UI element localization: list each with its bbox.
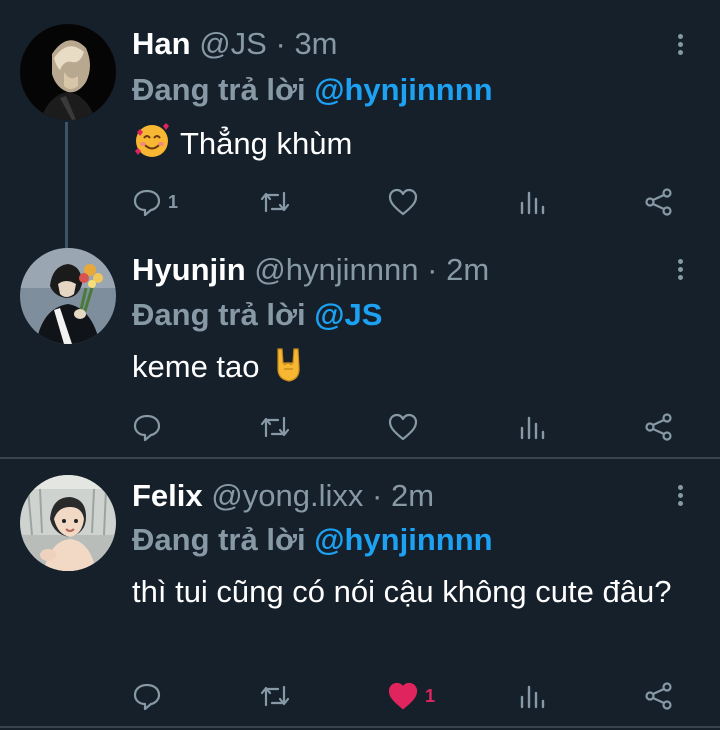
share-icon	[645, 188, 672, 216]
reply-count: 1	[168, 191, 179, 212]
share-icon	[645, 413, 672, 441]
analytics-icon	[520, 416, 545, 440]
tweet-actions	[132, 409, 692, 445]
sign-of-the-horns-icon	[272, 345, 306, 395]
retweet-button[interactable]	[258, 409, 292, 445]
replying-label: Đang trả lời	[132, 522, 306, 557]
user-handle[interactable]: @JS	[199, 26, 267, 61]
like-count: 1	[425, 685, 436, 706]
more-icon[interactable]	[670, 482, 690, 512]
mention-link[interactable]: @JS	[314, 297, 382, 332]
separator-dot: ·	[372, 478, 383, 513]
tweet-body: thì tui cũng có nói cậu không cute đâu?	[132, 574, 672, 609]
reply-icon	[133, 683, 161, 711]
replying-to: Đang trả lời @hynjinnnn	[132, 70, 493, 110]
separator-dot: ·	[427, 252, 438, 287]
replying-to: Đang trả lời @JS	[132, 295, 382, 335]
more-icon[interactable]	[670, 256, 690, 286]
analytics-icon	[520, 191, 545, 215]
tweet-text: keme tao	[132, 345, 692, 395]
user-handle[interactable]: @hynjinnnn	[254, 252, 418, 287]
retweet-icon	[260, 191, 290, 213]
tweet-text: thì tui cũng có nói cậu không cute đâu?	[132, 570, 692, 614]
tweet-header: Felix @yong.lixx · 2m	[132, 476, 434, 516]
smiling-face-with-hearts-icon	[132, 120, 172, 172]
like-icon	[388, 188, 418, 216]
tweet-actions: 1	[132, 678, 692, 714]
like-icon	[388, 682, 418, 710]
reply-button[interactable]	[132, 678, 168, 714]
tweet-body: Thẳng khùm	[180, 126, 353, 161]
like-button[interactable]: 1	[387, 678, 435, 714]
reply-button[interactable]	[132, 409, 168, 445]
reply-icon	[133, 414, 161, 442]
analytics-button[interactable]	[518, 409, 546, 445]
tweet-actions: 1	[132, 184, 692, 220]
tweet-divider	[0, 726, 720, 728]
tweet-body: keme tao	[132, 349, 260, 384]
tweet-header: Han @JS · 3m	[132, 24, 338, 64]
more-icon[interactable]	[670, 31, 690, 61]
like-icon	[388, 413, 418, 441]
display-name[interactable]: Han	[132, 26, 191, 61]
timestamp[interactable]: 2m	[446, 252, 489, 287]
retweet-icon	[260, 685, 290, 707]
reply-button[interactable]: 1	[132, 184, 178, 220]
like-button[interactable]	[387, 409, 425, 445]
share-button[interactable]	[644, 184, 674, 220]
reply-icon	[133, 189, 161, 217]
replying-label: Đang trả lời	[132, 297, 306, 332]
display-name[interactable]: Hyunjin	[132, 252, 246, 287]
tweet-header: Hyunjin @hynjinnnn · 2m	[132, 250, 489, 290]
display-name[interactable]: Felix	[132, 478, 203, 513]
retweet-button[interactable]	[258, 678, 292, 714]
share-icon	[645, 682, 672, 710]
retweet-button[interactable]	[258, 184, 292, 220]
avatar-hyunjin[interactable]	[20, 248, 116, 344]
timestamp[interactable]: 3m	[294, 26, 337, 61]
mention-link[interactable]: @hynjinnnn	[314, 72, 492, 107]
replying-to: Đang trả lời @hynjinnnn	[132, 520, 493, 560]
replying-label: Đang trả lời	[132, 72, 306, 107]
separator-dot: ·	[275, 26, 286, 61]
share-button[interactable]	[644, 678, 674, 714]
like-button[interactable]	[387, 184, 425, 220]
analytics-button[interactable]	[518, 184, 546, 220]
retweet-icon	[260, 416, 290, 438]
tweet-han[interactable]: Han @JS · 3m Đang trả lời @hynjinnnn Thẳ…	[0, 0, 720, 248]
share-button[interactable]	[644, 409, 674, 445]
tweet-felix[interactable]: Felix @yong.lixx · 2m Đang trả lời @hynj…	[0, 458, 720, 730]
tweet-hyunjin[interactable]: Hyunjin @hynjinnnn · 2m Đang trả lời @JS…	[0, 228, 720, 458]
mention-link[interactable]: @hynjinnnn	[314, 522, 492, 557]
timestamp[interactable]: 2m	[391, 478, 434, 513]
analytics-button[interactable]	[518, 678, 546, 714]
analytics-icon	[520, 685, 545, 709]
tweet-text: Thẳng khùm	[132, 120, 692, 172]
user-handle[interactable]: @yong.lixx	[211, 478, 363, 513]
avatar-felix[interactable]	[20, 475, 116, 571]
avatar-han[interactable]	[20, 24, 116, 120]
